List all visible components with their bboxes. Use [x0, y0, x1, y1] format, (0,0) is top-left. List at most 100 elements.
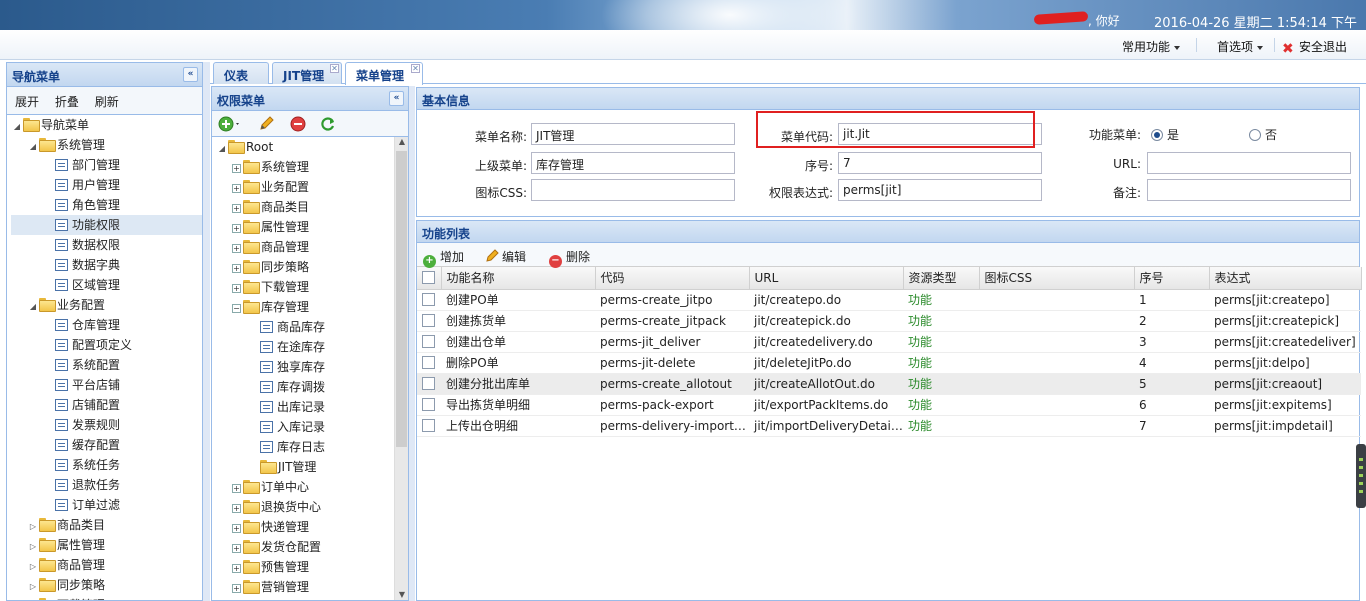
icon-css-field[interactable] [531, 179, 735, 201]
table-row[interactable]: 创建分批出库单 perms-create_allotout jit/createAl… [417, 373, 1361, 395]
splitter-left[interactable] [203, 62, 210, 601]
nav-tree-item[interactable]: 平台店铺 [11, 375, 202, 395]
nav-tree-item[interactable]: 缓存配置 [11, 435, 202, 455]
scroll-down-icon[interactable]: ▼ [395, 590, 408, 600]
url-field[interactable] [1147, 152, 1351, 174]
perm-tree-item[interactable]: + 退换货中心 [216, 497, 408, 517]
chevron-right-icon[interactable]: ▷ [27, 597, 39, 600]
close-icon[interactable]: ✕ [411, 64, 420, 73]
table-row[interactable]: 上传出仓明细 perms-delivery-importdet... jit/imp… [417, 415, 1361, 437]
preferences-menu[interactable]: 首选项 [1217, 38, 1264, 55]
perm-tree-item[interactable]: 入库记录 [216, 417, 408, 437]
sequence-field[interactable]: 7 [838, 152, 1042, 174]
perm-tree-item[interactable]: 库存调拨 [216, 377, 408, 397]
perm-tree-item[interactable]: + 预售管理 [216, 557, 408, 577]
nav-tree-item[interactable]: 订单过滤 [11, 495, 202, 515]
perm-tree-item[interactable]: + 商品类目 [216, 197, 408, 217]
nav-tree-item[interactable]: 用户管理 [11, 175, 202, 195]
expand-all-button[interactable]: 展开 [15, 95, 39, 109]
nav-tree-item[interactable]: 数据字典 [11, 255, 202, 275]
row-select-cell[interactable] [417, 310, 441, 332]
nav-tree-item[interactable]: ▷下载管理 [11, 595, 202, 600]
checkbox[interactable] [422, 376, 435, 390]
expand-icon[interactable]: + [232, 524, 241, 533]
expand-icon[interactable]: + [232, 564, 241, 573]
table-row[interactable]: 创建拣货单 perms-create_jitpack jit/createpick.… [417, 310, 1361, 332]
collapse-all-button[interactable]: 折叠 [55, 95, 79, 109]
perm-tree-item[interactable]: − 库存管理 [216, 297, 408, 317]
col-name-header[interactable]: 功能名称 [441, 267, 596, 290]
splitter-middle[interactable] [409, 86, 415, 601]
nav-tree-item[interactable]: 发票规则 [11, 415, 202, 435]
tab-dashboard[interactable]: 仪表盘 [213, 62, 269, 100]
side-widget[interactable] [1356, 444, 1366, 508]
add-icon[interactable] [218, 116, 239, 132]
nav-tree-item[interactable]: 配置项定义 [11, 335, 202, 355]
perm-tree-item[interactable]: 在途库存 [216, 337, 408, 357]
delete-button[interactable]: − 删除 [549, 248, 590, 268]
close-icon[interactable]: ✕ [330, 64, 339, 73]
common-functions-menu[interactable]: 常用功能 [1122, 38, 1181, 55]
row-select-cell[interactable] [417, 289, 441, 311]
scroll-up-icon[interactable]: ▲ [395, 137, 408, 149]
table-row[interactable]: 删除PO单 perms-jit-delete jit/deleteJitPo.do 功… [417, 352, 1361, 374]
col-url-header[interactable]: URL [749, 267, 904, 290]
perm-tree-item[interactable]: + 系统管理 [216, 157, 408, 177]
perm-expression-field[interactable]: perms[jit] [838, 179, 1042, 201]
checkbox[interactable] [422, 292, 435, 306]
nav-tree-item[interactable]: 系统配置 [11, 355, 202, 375]
perm-tree-item[interactable]: JIT管理 [216, 457, 408, 477]
checkbox[interactable] [422, 355, 435, 369]
collapse-perm-button[interactable]: « [389, 91, 404, 106]
perm-scrollbar[interactable]: ▲ ▼ [394, 137, 408, 600]
parent-menu-field[interactable]: 库存管理 [531, 152, 735, 174]
chevron-right-icon[interactable]: ▷ [27, 537, 39, 557]
chevron-down-icon[interactable]: ◢ [216, 139, 228, 159]
expand-icon[interactable]: + [232, 264, 241, 273]
perm-tree-item[interactable]: + 营销管理 [216, 577, 408, 597]
col-code-header[interactable]: 代码 [595, 267, 750, 290]
perm-tree-item[interactable]: + 业务配置 [216, 177, 408, 197]
chevron-down-icon[interactable]: ◢ [27, 137, 39, 157]
perm-tree-item[interactable]: + 商品管理 [216, 237, 408, 257]
nav-tree-item[interactable]: 角色管理 [11, 195, 202, 215]
collapse-icon[interactable]: − [232, 304, 241, 313]
nav-tree-item[interactable]: ◢ 导航菜单 [11, 115, 202, 135]
nav-tree-item[interactable]: ▷ 商品类目 [11, 515, 202, 535]
col-css-header[interactable]: 图标CSS [979, 267, 1135, 290]
expand-icon[interactable]: + [232, 284, 241, 293]
row-select-cell[interactable] [417, 394, 441, 416]
perm-tree-item[interactable]: + 订单中心 [216, 477, 408, 497]
perm-tree-item[interactable]: 独享库存 [216, 357, 408, 377]
table-row[interactable]: 创建PO单 perms-create_jitpo jit/createpo.do 功能… [417, 289, 1361, 311]
nav-tree-item[interactable]: 店铺配置 [11, 395, 202, 415]
add-button[interactable]: + 增加 [423, 248, 464, 268]
col-expr-header[interactable]: 表达式 [1209, 267, 1362, 290]
radio-no[interactable]: 否 [1249, 126, 1277, 143]
perm-tree-item[interactable]: + 下载管理 [216, 277, 408, 297]
scroll-thumb[interactable] [396, 151, 407, 447]
checkbox[interactable] [422, 418, 435, 432]
refresh-button[interactable]: 刷新 [95, 95, 119, 109]
expand-icon[interactable]: + [232, 244, 241, 253]
checkbox[interactable] [422, 397, 435, 411]
row-select-cell[interactable] [417, 331, 441, 353]
refresh-icon[interactable] [320, 116, 336, 132]
nav-tree-item[interactable]: 区域管理 [11, 275, 202, 295]
logout-button[interactable]: ✖ 安全退出 [1282, 38, 1347, 56]
chevron-down-icon[interactable]: ◢ [11, 117, 23, 137]
perm-tree-item[interactable]: + 发货仓配置 [216, 537, 408, 557]
checkbox[interactable] [422, 334, 435, 348]
row-select-cell[interactable] [417, 352, 441, 374]
table-row[interactable]: 创建出仓单 perms-jit_deliver jit/createdelivery… [417, 331, 1361, 353]
checkbox[interactable] [422, 313, 435, 327]
chevron-right-icon[interactable]: ▷ [27, 577, 39, 597]
table-row[interactable]: 导出拣货单明细 perms-pack-export jit/exportPackIt… [417, 394, 1361, 416]
nav-tree-item[interactable]: ◢ 系统管理 [11, 135, 202, 155]
perm-tree-item[interactable]: + 属性管理 [216, 217, 408, 237]
chevron-down-icon[interactable]: ◢ [27, 297, 39, 317]
nav-tree-item[interactable]: 部门管理 [11, 155, 202, 175]
remark-field[interactable] [1147, 179, 1351, 201]
nav-tree-item[interactable]: ▷ 属性管理 [11, 535, 202, 555]
expand-icon[interactable]: + [232, 584, 241, 593]
